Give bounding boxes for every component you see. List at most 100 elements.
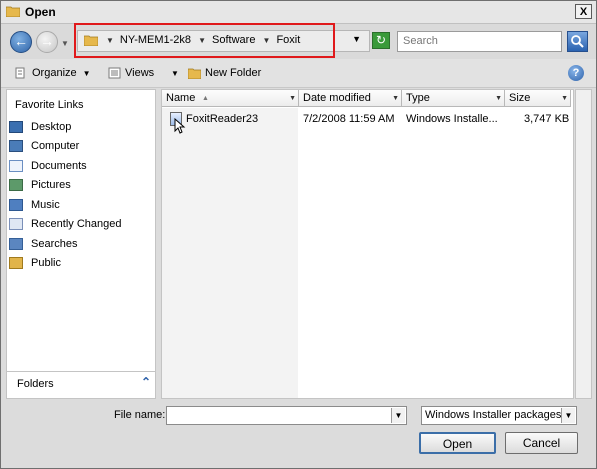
- sidebar-item-recently-changed[interactable]: Recently Changed: [9, 215, 122, 233]
- chevron-up-icon: ⌃: [140, 375, 151, 389]
- file-name-field[interactable]: ▼: [166, 406, 407, 425]
- breadcrumb-item[interactable]: Foxit: [276, 34, 300, 46]
- vertical-scrollbar[interactable]: [575, 89, 592, 399]
- breadcrumb-item[interactable]: NY-MEM1-2k8: [120, 34, 191, 46]
- column-header-size[interactable]: Size ▼: [505, 90, 571, 107]
- navigation-pane: Favorite Links Desktop Computer Document…: [6, 89, 156, 399]
- organize-button[interactable]: Organize ▼: [15, 65, 91, 81]
- music-icon: [9, 199, 23, 212]
- search-input[interactable]: [401, 34, 555, 48]
- breadcrumb-separator-icon[interactable]: ▼: [106, 36, 114, 45]
- forward-button[interactable]: →: [36, 31, 58, 53]
- sidebar-item-label: Searches: [31, 238, 78, 250]
- sidebar-item-pictures[interactable]: Pictures: [9, 176, 71, 194]
- pictures-icon: [9, 179, 23, 192]
- views-label: Views: [125, 67, 155, 79]
- documents-icon: [9, 160, 23, 173]
- folders-label: Folders: [17, 378, 54, 390]
- file-type-filter[interactable]: Windows Installer packages ( ▼: [421, 406, 577, 425]
- toolbar: Organize ▼ Views ▼ New Folder: [1, 59, 596, 88]
- chevron-down-icon[interactable]: ▼: [392, 90, 399, 107]
- searches-icon: [9, 238, 23, 251]
- file-name-label: File name:: [114, 409, 166, 421]
- back-arrow-icon: ←: [14, 33, 28, 49]
- chevron-down-icon: ▼: [82, 69, 91, 78]
- breadcrumb-separator-icon[interactable]: ▼: [198, 36, 206, 45]
- file-size: 3,747 KB: [524, 113, 570, 125]
- sidebar-item-label: Pictures: [31, 179, 71, 191]
- refresh-icon: ↻: [375, 33, 387, 47]
- breadcrumb: ▼ NY-MEM1-2k8 ▼ Software ▼ Foxit: [102, 34, 300, 46]
- chevron-down-icon[interactable]: ▼: [289, 90, 296, 107]
- chevron-down-icon: ▼: [171, 69, 179, 78]
- file-type-filter-value: Windows Installer packages (: [425, 409, 569, 421]
- sidebar-item-public[interactable]: Public: [9, 254, 61, 272]
- forward-arrow-icon: →: [40, 33, 54, 49]
- chevron-down-icon[interactable]: ▼: [495, 90, 502, 107]
- search-icon: [571, 35, 584, 48]
- dialog-footer: File name: ▼ Windows Installer packages …: [1, 399, 596, 468]
- open-dialog: Open X ← → ▼ ▼ NY-MEM1-2k8 ▼ Software ▼ Fox…: [0, 0, 597, 469]
- folder-icon: [6, 6, 20, 17]
- sidebar-item-searches[interactable]: Searches: [9, 235, 77, 253]
- sidebar-item-label: Music: [31, 199, 60, 211]
- column-header-name[interactable]: Name ▲ ▼: [162, 90, 299, 107]
- refresh-button[interactable]: ↻: [372, 32, 390, 49]
- sidebar-item-label: Recently Changed: [31, 218, 122, 230]
- cancel-button[interactable]: Cancel: [505, 432, 578, 454]
- chevron-down-icon[interactable]: ▼: [561, 90, 568, 107]
- column-header-label: Name: [166, 92, 196, 104]
- favorite-links-heading: Favorite Links: [15, 99, 84, 111]
- sidebar-item-music[interactable]: Music: [9, 196, 60, 214]
- search-button[interactable]: [567, 31, 588, 52]
- organize-icon: [15, 67, 25, 79]
- column-header-label: Size: [509, 92, 531, 104]
- views-button[interactable]: Views: [108, 65, 154, 81]
- views-icon: [108, 67, 121, 79]
- new-folder-icon: [188, 68, 201, 80]
- file-list: Name ▲ ▼ Date modified ▼ Type ▼ Size ▼ F…: [161, 89, 574, 399]
- new-folder-button[interactable]: New Folder: [188, 65, 261, 81]
- file-date: 7/2/2008 11:59 AM: [303, 113, 395, 125]
- column-header-date[interactable]: Date modified ▼: [299, 90, 402, 107]
- address-bar[interactable]: ▼ NY-MEM1-2k8 ▼ Software ▼ Foxit ▼: [77, 30, 370, 52]
- column-header-label: Type: [406, 92, 430, 104]
- sidebar-item-desktop[interactable]: Desktop: [9, 118, 71, 136]
- recent-pages-chevron-icon[interactable]: ▼: [61, 39, 69, 48]
- sidebar-item-computer[interactable]: Computer: [9, 137, 79, 155]
- public-icon: [9, 257, 23, 270]
- file-type: Windows Installe...: [406, 113, 498, 125]
- sorted-column-shading: [162, 108, 298, 398]
- breadcrumb-item[interactable]: Software: [212, 34, 255, 46]
- computer-icon: [9, 140, 23, 153]
- chevron-down-icon[interactable]: ▼: [561, 408, 575, 423]
- breadcrumb-separator-icon[interactable]: ▼: [263, 36, 271, 45]
- sidebar-item-label: Desktop: [31, 121, 72, 133]
- sidebar-item-documents[interactable]: Documents: [9, 157, 87, 175]
- table-row[interactable]: FoxitReader23 7/2/2008 11:59 AM Windows …: [162, 110, 573, 134]
- mouse-cursor-icon: [174, 118, 186, 134]
- folders-toggle[interactable]: Folders ⌃: [7, 371, 155, 398]
- organize-label: Organize: [32, 67, 77, 79]
- file-name: FoxitReader23: [186, 113, 259, 125]
- column-header-type[interactable]: Type ▼: [402, 90, 505, 107]
- sidebar-item-label: Computer: [31, 140, 80, 152]
- close-button[interactable]: X: [575, 4, 592, 19]
- open-button[interactable]: Open: [419, 432, 496, 454]
- navigation-bar: ← → ▼ ▼ NY-MEM1-2k8 ▼ Software ▼ Foxit ▼ ↻: [1, 24, 596, 59]
- recently-changed-icon: [9, 218, 23, 231]
- sidebar-item-label: Public: [31, 257, 61, 269]
- column-header-label: Date modified: [303, 92, 371, 104]
- help-icon[interactable]: ?: [568, 65, 584, 81]
- chevron-down-icon[interactable]: ▼: [391, 408, 405, 423]
- address-dropdown-icon[interactable]: ▼: [352, 34, 361, 44]
- folder-icon: [84, 35, 98, 46]
- back-button[interactable]: ←: [10, 31, 32, 53]
- sidebar-item-label: Documents: [31, 160, 87, 172]
- search-field[interactable]: [397, 31, 562, 52]
- dialog-title: Open: [25, 5, 56, 19]
- new-folder-label: New Folder: [205, 67, 262, 79]
- title-bar: Open X: [1, 1, 596, 24]
- views-dropdown-button[interactable]: ▼: [165, 65, 179, 81]
- sort-ascending-icon: ▲: [202, 95, 209, 102]
